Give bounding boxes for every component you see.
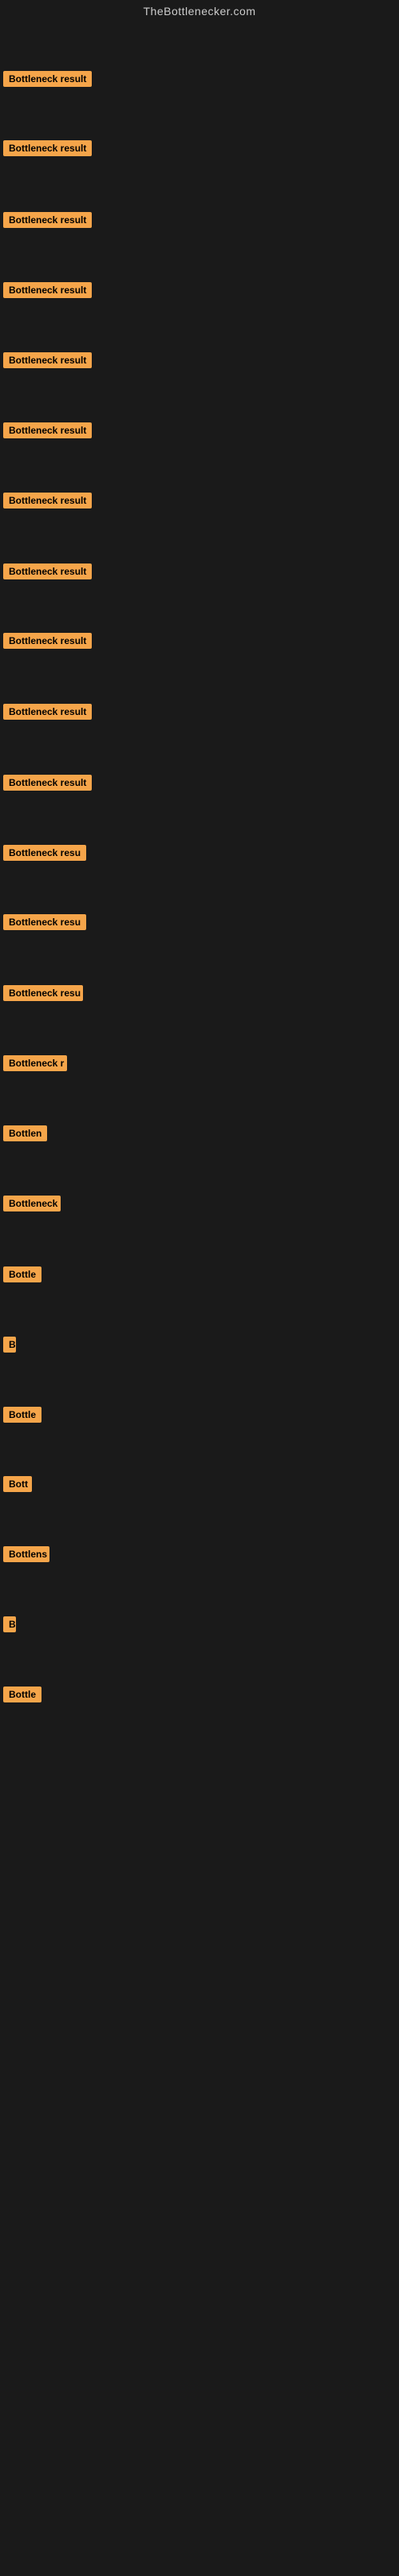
bottleneck-badge-2[interactable]: Bottleneck result xyxy=(3,140,92,156)
bottleneck-badge-15[interactable]: Bottleneck r xyxy=(3,1055,67,1071)
bottleneck-result-row-17: Bottleneck xyxy=(3,1196,61,1215)
bottleneck-result-row-18: Bottle xyxy=(3,1266,41,1286)
bottleneck-result-row-3: Bottleneck result xyxy=(3,212,92,232)
bottleneck-badge-21[interactable]: Bott xyxy=(3,1476,32,1492)
bottleneck-result-row-13: Bottleneck resu xyxy=(3,914,86,934)
bottleneck-badge-24[interactable]: Bottle xyxy=(3,1687,41,1702)
bottleneck-result-row-19: B xyxy=(3,1337,16,1357)
bottleneck-result-row-1: Bottleneck result xyxy=(3,71,92,91)
bottleneck-result-row-24: Bottle xyxy=(3,1687,41,1706)
bottleneck-result-row-20: Bottle xyxy=(3,1407,41,1427)
bottleneck-badge-18[interactable]: Bottle xyxy=(3,1266,41,1282)
bottleneck-result-row-5: Bottleneck result xyxy=(3,352,92,372)
bottleneck-badge-14[interactable]: Bottleneck resu xyxy=(3,985,83,1001)
bottleneck-badge-19[interactable]: B xyxy=(3,1337,16,1353)
bottleneck-badge-22[interactable]: Bottlens xyxy=(3,1546,49,1562)
bottleneck-badge-11[interactable]: Bottleneck result xyxy=(3,775,92,791)
bottleneck-badge-20[interactable]: Bottle xyxy=(3,1407,41,1423)
bottleneck-result-row-21: Bott xyxy=(3,1476,32,1496)
bottleneck-badge-12[interactable]: Bottleneck resu xyxy=(3,845,86,861)
bottleneck-badge-23[interactable]: B xyxy=(3,1616,16,1632)
bottleneck-badge-8[interactable]: Bottleneck result xyxy=(3,564,92,579)
site-title-text: TheBottlenecker.com xyxy=(0,0,399,26)
bottleneck-badge-5[interactable]: Bottleneck result xyxy=(3,352,92,368)
bottleneck-result-row-14: Bottleneck resu xyxy=(3,985,83,1005)
bottleneck-result-row-7: Bottleneck result xyxy=(3,493,92,512)
bottleneck-result-row-22: Bottlens xyxy=(3,1546,49,1566)
bottleneck-badge-16[interactable]: Bottlen xyxy=(3,1125,47,1141)
bottleneck-result-row-15: Bottleneck r xyxy=(3,1055,67,1075)
bottleneck-badge-1[interactable]: Bottleneck result xyxy=(3,71,92,87)
bottleneck-result-row-4: Bottleneck result xyxy=(3,282,92,302)
bottleneck-badge-17[interactable]: Bottleneck xyxy=(3,1196,61,1211)
bottleneck-result-row-12: Bottleneck resu xyxy=(3,845,86,865)
bottleneck-result-row-10: Bottleneck result xyxy=(3,704,92,724)
bottleneck-result-row-2: Bottleneck result xyxy=(3,140,92,160)
bottleneck-result-row-11: Bottleneck result xyxy=(3,775,92,795)
bottleneck-result-row-16: Bottlen xyxy=(3,1125,47,1145)
bottleneck-result-row-23: B xyxy=(3,1616,16,1636)
bottleneck-badge-10[interactable]: Bottleneck result xyxy=(3,704,92,720)
bottleneck-badge-4[interactable]: Bottleneck result xyxy=(3,282,92,298)
bottleneck-result-row-6: Bottleneck result xyxy=(3,422,92,442)
bottleneck-badge-6[interactable]: Bottleneck result xyxy=(3,422,92,438)
bottleneck-badge-9[interactable]: Bottleneck result xyxy=(3,633,92,649)
bottleneck-badge-7[interactable]: Bottleneck result xyxy=(3,493,92,509)
bottleneck-badge-13[interactable]: Bottleneck resu xyxy=(3,914,86,930)
bottleneck-result-row-9: Bottleneck result xyxy=(3,633,92,653)
bottleneck-badge-3[interactable]: Bottleneck result xyxy=(3,212,92,228)
bottleneck-result-row-8: Bottleneck result xyxy=(3,564,92,583)
